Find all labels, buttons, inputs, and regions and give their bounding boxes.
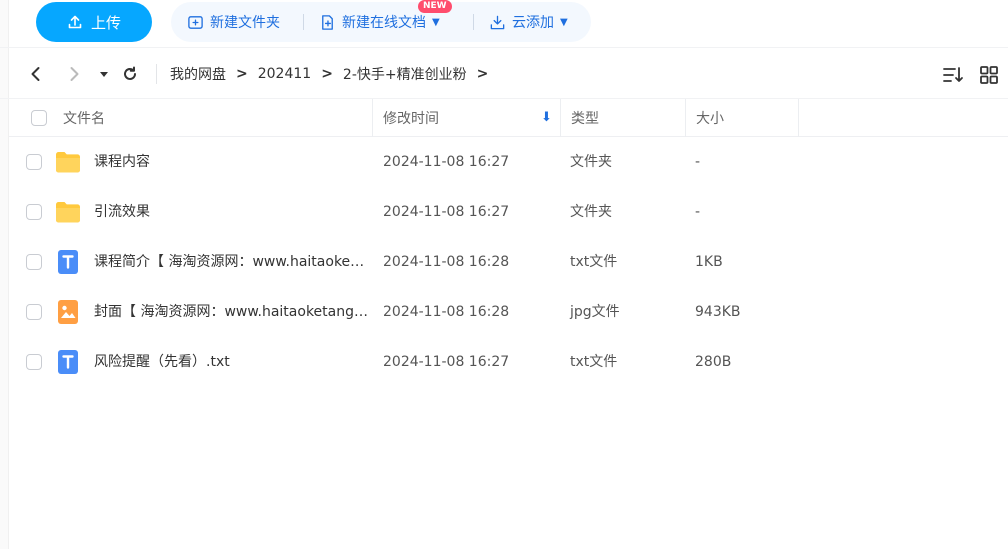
file-type: jpg文件 (570, 304, 620, 320)
sort-order-button[interactable] (942, 64, 964, 86)
history-dropdown-button[interactable] (94, 64, 114, 84)
file-name[interactable]: 引流效果 (94, 187, 369, 237)
new-folder-label: 新建文件夹 (210, 15, 280, 31)
txt-file-icon (55, 350, 81, 374)
caret-down-icon: ▼ (432, 16, 440, 28)
file-modified: 2024-11-08 16:27 (383, 154, 510, 170)
select-all-checkbox[interactable] (21, 99, 47, 137)
chevron-right-icon[interactable]: > (477, 66, 489, 82)
column-divider[interactable] (798, 99, 799, 137)
header-size[interactable]: 大小 (686, 99, 724, 137)
forward-button[interactable] (64, 64, 84, 84)
table-row[interactable]: 课程内容 2024-11-08 16:27 文件夹 - (9, 137, 1008, 187)
upload-icon (68, 15, 82, 29)
row-checkbox[interactable] (26, 154, 42, 170)
new-online-doc-button[interactable]: 新建在线文档 ▼ (319, 12, 440, 32)
row-checkbox[interactable] (26, 304, 42, 320)
file-manager: 上传 新建文件夹 新建在线文档 ▼ NEW 云添加 ▼ 我的网盘 > 20241… (0, 0, 1008, 549)
chevron-right-icon: > (236, 66, 248, 82)
file-type: txt文件 (570, 354, 618, 370)
back-button[interactable] (26, 64, 46, 84)
txt-file-icon (55, 250, 81, 274)
sort-down-icon: ⬇ (541, 110, 552, 125)
divider (473, 14, 474, 30)
file-size: 280B (695, 354, 732, 370)
chevron-right-icon: > (321, 66, 333, 82)
chevron-right-icon (70, 67, 79, 81)
nav-bar: 我的网盘 > 202411 > 2-快手+精准创业粉 > (0, 49, 1008, 99)
header-name[interactable]: 文件名 (53, 99, 105, 137)
table-row[interactable]: 风险提醒（先看）.txt 2024-11-08 16:27 txt文件 280B (9, 337, 1008, 387)
header-type-label: 类型 (571, 111, 599, 127)
breadcrumb-item[interactable]: 2-快手+精准创业粉 (343, 64, 467, 84)
file-name[interactable]: 风险提醒（先看）.txt (94, 337, 369, 387)
folder-icon (55, 150, 81, 174)
cloud-add-button[interactable]: 云添加 ▼ (489, 12, 568, 32)
header-size-label: 大小 (696, 111, 724, 127)
grid-view-button[interactable] (978, 64, 1000, 86)
row-checkbox[interactable] (26, 354, 42, 370)
new-badge: NEW (418, 0, 452, 13)
folder-icon (55, 200, 81, 224)
file-type: 文件夹 (570, 154, 612, 170)
row-checkbox[interactable] (26, 204, 42, 220)
table-header: 文件名 修改时间 ⬇ 类型 大小 (9, 99, 1008, 137)
header-type[interactable]: 类型 (561, 99, 599, 137)
file-name[interactable]: 课程内容 (94, 137, 369, 187)
divider (156, 64, 157, 84)
file-size: 1KB (695, 254, 723, 270)
header-modified-label: 修改时间 (383, 111, 439, 127)
divider (303, 14, 304, 30)
sort-list-icon (943, 67, 963, 82)
upload-label: 上传 (90, 13, 121, 32)
table-row[interactable]: 引流效果 2024-11-08 16:27 文件夹 - (9, 187, 1008, 237)
breadcrumb-item[interactable]: 202411 (258, 66, 311, 82)
header-name-label: 文件名 (63, 111, 105, 127)
checkbox[interactable] (31, 110, 47, 126)
file-type: 文件夹 (570, 204, 612, 220)
file-modified: 2024-11-08 16:27 (383, 354, 510, 370)
image-file-icon (55, 300, 81, 324)
file-size: 943KB (695, 304, 741, 320)
table-row[interactable]: 课程简介【 海淘资源网：www.haitaoketang.com】.txt 202… (9, 237, 1008, 287)
file-modified: 2024-11-08 16:28 (383, 304, 510, 320)
caret-down-icon: ▼ (560, 16, 568, 28)
new-doc-icon (322, 14, 333, 30)
cloud-add-label: 云添加 (512, 15, 554, 31)
file-type: txt文件 (570, 254, 618, 270)
upload-button[interactable]: 上传 (36, 2, 152, 42)
file-size: - (695, 204, 701, 220)
breadcrumb: 我的网盘 > 202411 > 2-快手+精准创业粉 > (170, 63, 498, 85)
row-checkbox[interactable] (26, 254, 42, 270)
file-size: - (695, 154, 701, 170)
new-folder-icon (188, 15, 203, 29)
breadcrumb-item[interactable]: 我的网盘 (170, 64, 226, 84)
grid-icon (980, 66, 998, 84)
file-modified: 2024-11-08 16:27 (383, 204, 510, 220)
header-modified[interactable]: 修改时间 (373, 99, 439, 137)
refresh-icon (124, 66, 136, 80)
table-row[interactable]: 封面【 海淘资源网：www.haitaoketang.com】.jpg 2024-… (9, 287, 1008, 337)
file-name[interactable]: 封面【 海淘资源网：www.haitaoketang.com】.jpg (94, 287, 369, 337)
file-modified: 2024-11-08 16:28 (383, 254, 510, 270)
chevron-left-icon (31, 67, 40, 81)
download-icon (490, 15, 505, 29)
new-online-doc-label: 新建在线文档 (342, 15, 426, 31)
file-name[interactable]: 课程简介【 海淘资源网：www.haitaoketang.com】.txt (94, 237, 369, 287)
caret-down-icon (100, 72, 108, 77)
toolbar: 上传 新建文件夹 新建在线文档 ▼ NEW 云添加 ▼ (0, 0, 1008, 48)
refresh-button[interactable] (120, 64, 140, 84)
new-folder-button[interactable]: 新建文件夹 (187, 12, 280, 32)
create-actions: 新建文件夹 新建在线文档 ▼ NEW 云添加 ▼ (171, 0, 591, 42)
